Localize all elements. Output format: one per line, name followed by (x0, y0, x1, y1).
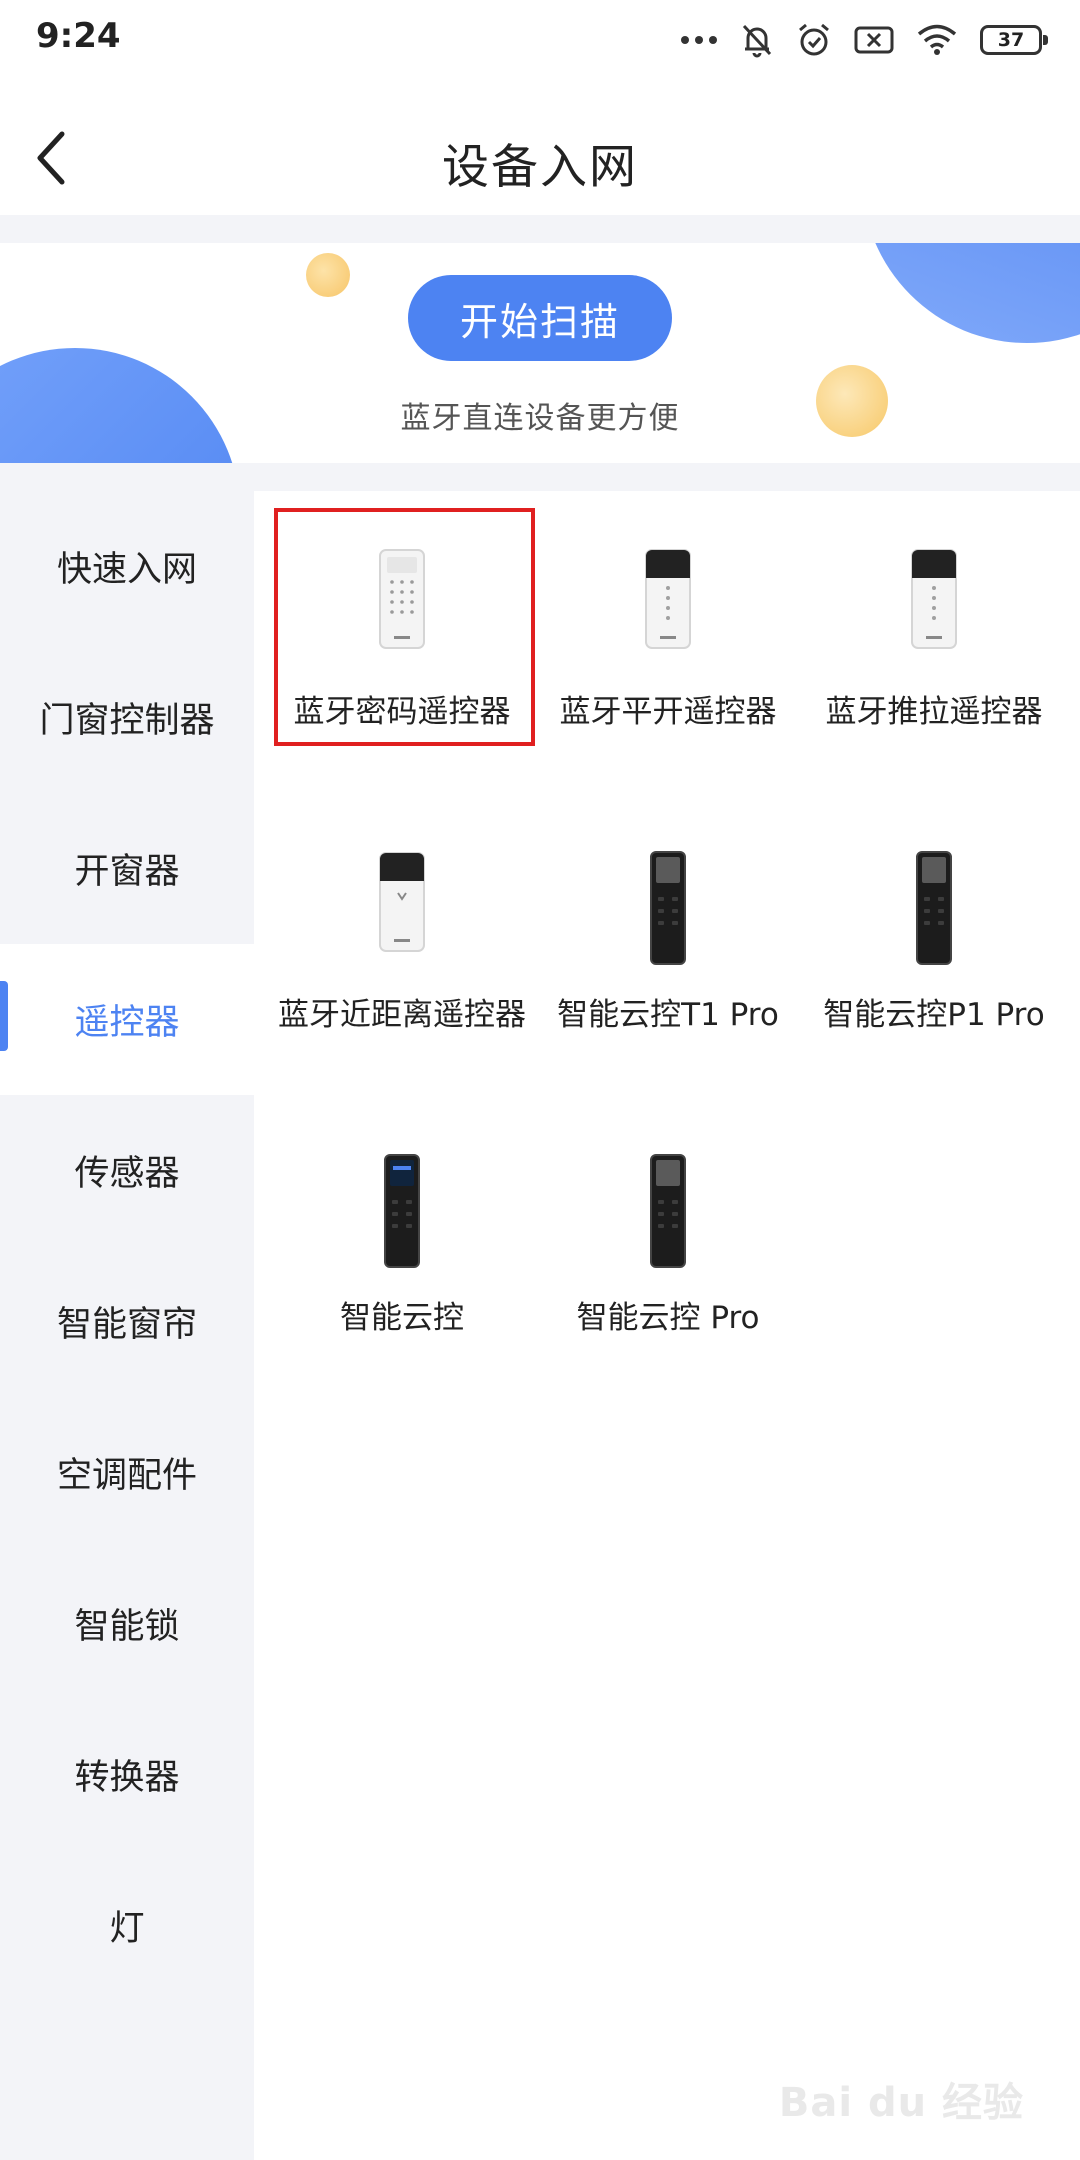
page-title: 设备入网 (442, 140, 638, 195)
sidebar-item-label: 遥控器 (74, 1003, 180, 1043)
device-card-bt-sliding-remote[interactable]: 蓝牙推拉遥控器 (801, 508, 1067, 768)
sidebar-item-smart-curtain[interactable]: 智能窗帘 (0, 1246, 254, 1397)
device-label: 蓝牙近距离遥控器 (278, 997, 526, 1033)
device-label: 智能云控P1 Pro (823, 997, 1045, 1033)
device-card-cloud-t1-pro[interactable]: 智能云控T1 Pro (535, 811, 801, 1071)
scan-banner: 开始扫描 蓝牙直连设备更方便 (0, 243, 1080, 463)
bell-off-icon (740, 22, 774, 58)
more-dots-icon (680, 35, 718, 45)
device-label: 蓝牙平开遥控器 (559, 694, 777, 730)
device-label: 智能云控T1 Pro (557, 997, 779, 1033)
black-screen-remote-icon (269, 1154, 535, 1268)
white-remote-icon (801, 548, 1067, 658)
sidebar-item-quick-network[interactable]: 快速入网 (0, 491, 254, 642)
sidebar-item-light[interactable]: 灯 (0, 1850, 254, 2001)
sidebar-item-label: 转换器 (74, 1758, 180, 1798)
header: 设备入网 (0, 80, 1080, 215)
sidebar-item-label: 智能窗帘 (56, 1305, 197, 1345)
white-remote-icon (535, 548, 801, 658)
sidebar-item-door-window-controller[interactable]: 门窗控制器 (0, 642, 254, 793)
black-remote-icon (535, 851, 801, 965)
sidebar-item-label: 智能锁 (74, 1607, 180, 1647)
alarm-icon (796, 22, 832, 58)
sidebar-item-ac-accessory[interactable]: 空调配件 (0, 1397, 254, 1548)
category-sidebar: 快速入网 门窗控制器 开窗器 遥控器 传感器 智能窗帘 空调配件 智能锁 转换器… (0, 491, 254, 2160)
sidebar-item-label: 传感器 (74, 1154, 180, 1194)
sidebar-item-label: 快速入网 (56, 550, 197, 590)
decorative-yellow-circle (306, 253, 350, 297)
decorative-blue-circle (862, 243, 1080, 343)
start-scan-button[interactable]: 开始扫描 (408, 275, 672, 361)
device-card-cloud-control[interactable]: 智能云控 (269, 1114, 535, 1374)
device-card-cloud-control-pro[interactable]: 智能云控 Pro (535, 1114, 801, 1374)
watermark: Bai du 经验 (778, 2080, 1024, 2126)
sidebar-item-sensor[interactable]: 传感器 (0, 1095, 254, 1246)
selection-highlight (274, 508, 535, 746)
device-label: 蓝牙推拉遥控器 (825, 694, 1043, 730)
sidebar-item-label: 门窗控制器 (39, 701, 215, 741)
divider (0, 215, 1080, 243)
device-card-bt-casement-remote[interactable]: 蓝牙平开遥控器 (535, 508, 801, 768)
sidebar-item-label: 灯 (109, 1909, 145, 1949)
sidebar-item-smart-lock[interactable]: 智能锁 (0, 1548, 254, 1699)
sidebar-item-window-opener[interactable]: 开窗器 (0, 793, 254, 944)
sim-x-icon (854, 25, 894, 55)
device-card-cloud-p1-pro[interactable]: 智能云控P1 Pro (801, 811, 1067, 1071)
battery-level: 37 (980, 25, 1048, 55)
device-label: 智能云控 Pro (576, 1300, 760, 1336)
banner-subtitle: 蓝牙直连设备更方便 (400, 401, 680, 436)
divider (0, 463, 1080, 491)
status-time: 9:24 (36, 16, 121, 56)
device-label: 智能云控 (340, 1300, 464, 1336)
white-proximity-remote-icon (269, 851, 535, 961)
status-icons: 37 (680, 18, 1048, 62)
sidebar-item-label: 空调配件 (56, 1456, 197, 1496)
black-remote-icon (535, 1154, 801, 1268)
wifi-icon (916, 24, 958, 56)
active-indicator (0, 981, 8, 1051)
sidebar-item-label: 开窗器 (74, 852, 180, 892)
sidebar-item-converter[interactable]: 转换器 (0, 1699, 254, 1850)
battery-icon: 37 (980, 25, 1048, 55)
black-remote-icon (801, 851, 1067, 965)
device-card-bt-proximity-remote[interactable]: 蓝牙近距离遥控器 (269, 811, 535, 1071)
status-bar: 9:24 37 (0, 0, 1080, 80)
sidebar-item-remote-control[interactable]: 遥控器 (0, 944, 254, 1095)
